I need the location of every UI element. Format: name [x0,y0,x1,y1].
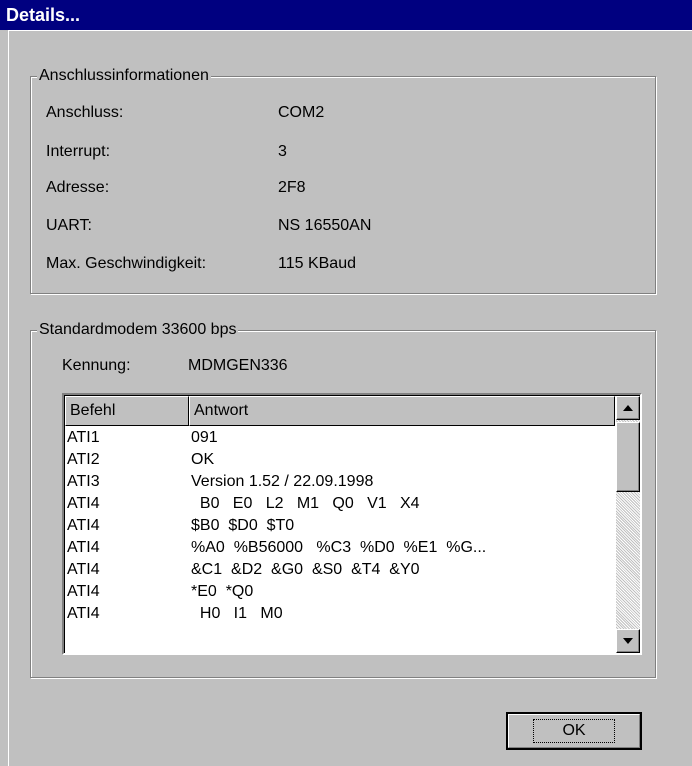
arrow-up-icon [623,405,633,411]
column-header-command[interactable]: Befehl [65,396,189,426]
scroll-down-button[interactable] [616,629,640,653]
list-item[interactable]: ATI4 H0 I1 M0 [67,603,617,625]
cmd-cell: ATI1 [67,429,100,446]
resp-cell: 091 [191,429,218,446]
modem-group-title: Standardmodem 33600 bps [37,320,239,340]
port-label: Anschluss: [46,104,124,121]
list-item[interactable]: ATI4 &C1 &D2 &G0 &S0 &T4 &Y0 [67,559,617,581]
cmd-cell: ATI4 [67,561,100,578]
list-item[interactable]: ATI4 %A0 %B56000 %C3 %D0 %E1 %G... [67,537,617,559]
cmd-cell: ATI4 [67,605,100,622]
uart-value: NS 16550AN [278,217,372,234]
cmd-cell: ATI2 [67,451,100,468]
window-title: Details... [6,5,81,25]
arrow-down-icon [623,638,633,644]
column-header-response[interactable]: Antwort [189,396,615,426]
listview-rows: ATI1 091 ATI2 OK ATI3 Version 1.52 / 22.09.… [67,427,617,625]
list-item[interactable]: ATI3 Version 1.52 / 22.09.1998 [67,471,617,493]
interrupt-label: Interrupt: [46,143,111,160]
resp-cell: H0 I1 M0 [191,605,283,622]
resp-cell: Version 1.52 / 22.09.1998 [191,473,374,490]
ok-button-label: OK [533,719,615,743]
vertical-scrollbar[interactable] [616,396,640,653]
cmd-cell: ATI4 [67,583,100,600]
max-speed-label: Max. Geschwindigkeit: [46,255,207,272]
scroll-thumb[interactable] [616,422,640,492]
address-value: 2F8 [278,179,306,196]
resp-cell: *E0 *Q0 [191,583,254,600]
connection-info-group-title: Anschlussinformationen [37,66,211,86]
list-item[interactable]: ATI4 $B0 $D0 $T0 [67,515,617,537]
list-item[interactable]: ATI1 091 [67,427,617,449]
port-value: COM2 [278,104,325,121]
cmd-cell: ATI4 [67,495,100,512]
cmd-cell: ATI4 [67,539,100,556]
resp-cell: &C1 &D2 &G0 &S0 &T4 &Y0 [191,561,420,578]
title-bar[interactable]: Details... [0,0,692,30]
max-speed-value: 115 KBaud [278,255,356,272]
uart-label: UART: [46,217,92,234]
list-item[interactable]: ATI4 B0 E0 L2 M1 Q0 V1 X4 [67,493,617,515]
list-item[interactable]: ATI4 *E0 *Q0 [67,581,617,603]
resp-cell: %A0 %B56000 %C3 %D0 %E1 %G... [191,539,487,556]
address-label: Adresse: [46,179,110,196]
list-item[interactable]: ATI2 OK [67,449,617,471]
cmd-cell: ATI4 [67,517,100,534]
resp-cell: OK [191,451,215,468]
interrupt-value: 3 [278,143,287,160]
modem-id-value: MDMGEN336 [188,357,288,374]
resp-cell: $B0 $D0 $T0 [191,517,295,534]
ok-button[interactable]: OK [506,712,642,750]
cmd-cell: ATI3 [67,473,100,490]
resp-cell: B0 E0 L2 M1 Q0 V1 X4 [191,495,420,512]
scroll-up-button[interactable] [616,396,640,420]
modem-id-label: Kennung: [62,357,131,374]
command-listview[interactable]: Befehl Antwort ATI1 091 ATI2 OK ATI3 Versio… [62,393,642,655]
listview-header: Befehl Antwort [65,396,618,426]
